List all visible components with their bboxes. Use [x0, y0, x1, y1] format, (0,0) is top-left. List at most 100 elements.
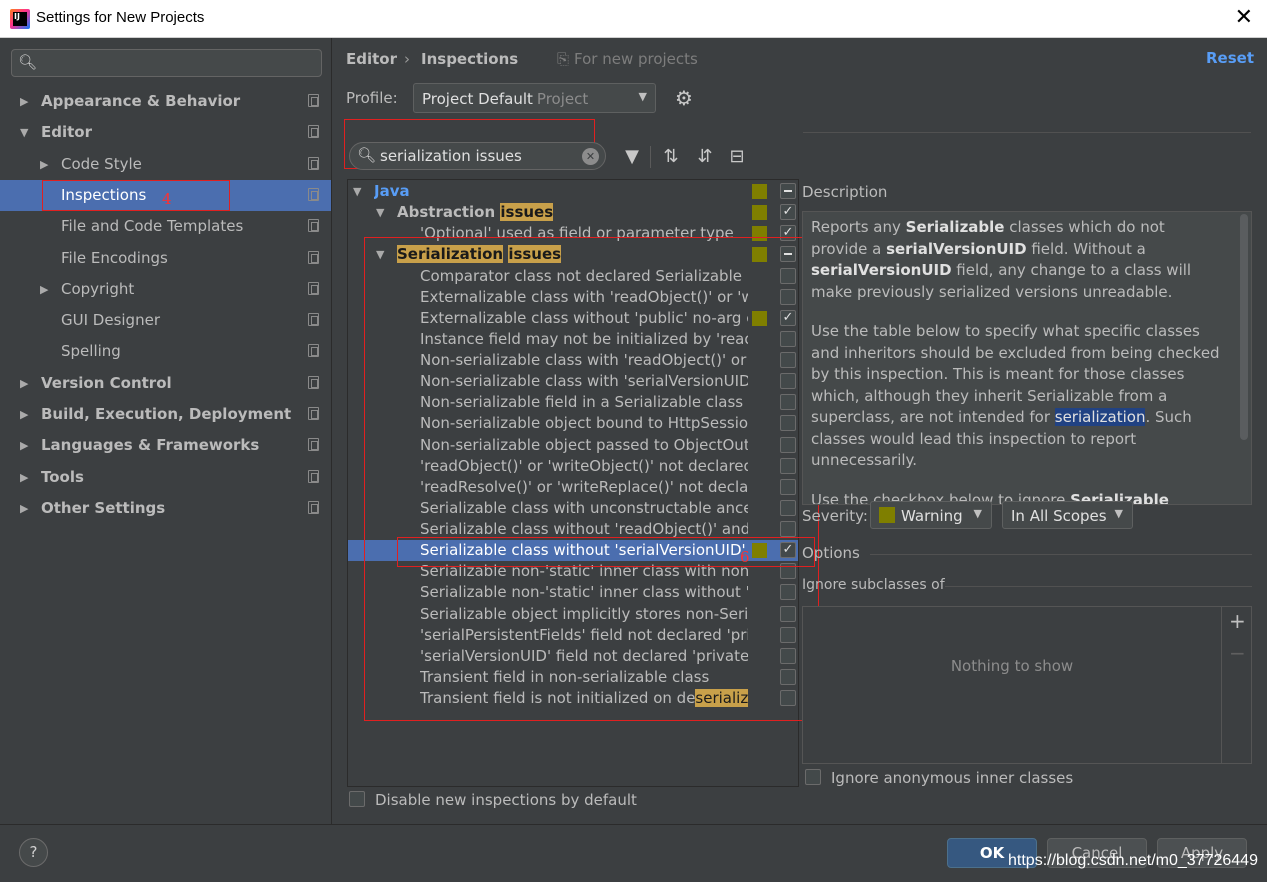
- scope-value: In All Scopes: [1011, 507, 1107, 525]
- help-button[interactable]: ?: [19, 838, 48, 867]
- enabled-checkbox[interactable]: [780, 183, 796, 199]
- clear-icon[interactable]: ✕: [582, 148, 599, 165]
- description-panel: Reports any Serializable classes which d…: [802, 211, 1252, 505]
- name-segment: issues: [500, 203, 554, 222]
- description-text: Serializable: [905, 218, 1005, 236]
- inspection-name: Abstraction issues: [397, 202, 748, 223]
- profile-dropdown[interactable]: Project Default Project ▼: [413, 83, 656, 113]
- scope-dropdown[interactable]: In All Scopes ▼: [1002, 501, 1133, 529]
- separator: [945, 586, 1252, 587]
- sidebar-item-spelling[interactable]: Spelling: [0, 336, 331, 367]
- separator: [870, 554, 1252, 555]
- main-panel: Editor › Inspections ⎘ For new projects …: [333, 38, 1267, 824]
- copy-settings-icon: [308, 219, 319, 233]
- reset-to-empty-icon[interactable]: ⊟: [726, 146, 748, 167]
- chevron-right-icon[interactable]: ▶: [20, 430, 28, 461]
- remove-icon: −: [1229, 641, 1246, 665]
- sidebar-item-tools[interactable]: ▶ Tools: [0, 462, 331, 493]
- severity-warning-icon: [752, 205, 767, 221]
- description-text: Reports any: [811, 218, 906, 236]
- severity-dropdown[interactable]: Warning ▼: [870, 501, 992, 529]
- sidebar-item-label: File and Code Templates: [61, 217, 244, 236]
- name-segment: Java: [374, 182, 410, 200]
- sidebar-item-editor[interactable]: ▼ Editor: [0, 117, 331, 148]
- chevron-down-icon: ▼: [973, 507, 982, 520]
- breadcrumb-inspections: Inspections: [421, 50, 519, 68]
- copy-settings-icon: [308, 250, 319, 264]
- options-label: Options: [802, 544, 860, 562]
- profile-sub: Project: [536, 90, 589, 108]
- project-scope-icon: ⎘: [557, 50, 570, 68]
- gear-icon[interactable]: ⚙: [675, 86, 693, 110]
- breadcrumb-editor[interactable]: Editor: [346, 50, 397, 68]
- chevron-right-icon[interactable]: ▶: [40, 274, 48, 305]
- copy-settings-icon: [308, 344, 319, 358]
- copy-settings-icon: [308, 407, 319, 420]
- sidebar-item-version-control[interactable]: ▶ Version Control: [0, 368, 331, 399]
- expand-all-icon[interactable]: ⇅: [660, 146, 682, 167]
- chevron-right-icon[interactable]: ▶: [20, 462, 28, 493]
- window-title: Settings for New Projects: [36, 9, 205, 26]
- sidebar-item-label: Copyright: [61, 279, 135, 298]
- list-toolbar: + −: [1221, 607, 1252, 763]
- severity-value: Warning: [901, 507, 963, 525]
- copy-settings-icon: [308, 156, 319, 170]
- ignore-subclasses-list: Nothing to show + −: [802, 606, 1252, 764]
- disable-new-inspections-checkbox[interactable]: [349, 791, 365, 807]
- tree-group[interactable]: ▼ Abstraction issues ✓: [348, 202, 798, 223]
- copy-settings-icon: [308, 94, 319, 107]
- enabled-checkbox[interactable]: ✓: [780, 204, 796, 221]
- copy-settings-icon: [308, 313, 319, 327]
- severity-color-swatch: [879, 507, 895, 523]
- chevron-down-icon[interactable]: ▼: [20, 117, 28, 148]
- settings-search-input[interactable]: 🔍︎: [11, 49, 322, 77]
- sidebar-item-languages-frameworks[interactable]: ▶ Languages & Frameworks: [0, 430, 331, 461]
- sidebar-item-appearance-behavior[interactable]: ▶ Appearance & Behavior: [0, 86, 331, 117]
- add-icon[interactable]: +: [1229, 609, 1246, 633]
- ignore-subclasses-label: Ignore subclasses of: [802, 577, 945, 593]
- sidebar-item-code-style[interactable]: ▶ Code Style: [0, 149, 331, 180]
- reset-link[interactable]: Reset: [1206, 49, 1254, 67]
- profile-label: Profile:: [346, 89, 398, 107]
- copy-settings-icon: [308, 125, 319, 139]
- filter-icon[interactable]: ▼: [621, 146, 643, 167]
- tree-group-java[interactable]: ▼ Java: [348, 181, 798, 202]
- chevron-right-icon[interactable]: ▶: [40, 149, 48, 180]
- search-icon: 🔍︎: [18, 53, 38, 71]
- collapse-all-icon[interactable]: ⇵: [694, 146, 716, 167]
- sidebar-item-file-encodings[interactable]: File Encodings: [0, 243, 331, 274]
- ignore-anonymous-label: Ignore anonymous inner classes: [831, 769, 1074, 787]
- sidebar-item-copyright[interactable]: ▶ Copyright: [0, 274, 331, 305]
- sidebar-item-build-execution-deployment[interactable]: ▶ Build, Execution, Deployment: [0, 399, 331, 430]
- sidebar-item-label: Code Style: [61, 154, 142, 173]
- profile-value: Project Default: [422, 90, 533, 108]
- copy-settings-icon: [308, 281, 319, 295]
- chevron-down-icon[interactable]: ▼: [376, 202, 384, 223]
- sidebar-item-file-and-code-templates[interactable]: File and Code Templates: [0, 211, 331, 242]
- copy-settings-icon: [308, 187, 319, 201]
- close-icon[interactable]: ✕: [1235, 5, 1253, 30]
- description-paragraph: Use the table below to specify what spec…: [811, 321, 1221, 472]
- sidebar-item-gui-designer[interactable]: GUI Designer: [0, 305, 331, 336]
- description-scrollbar[interactable]: [1240, 214, 1248, 440]
- copy-settings-icon: [308, 438, 319, 452]
- chevron-right-icon[interactable]: ▶: [20, 399, 28, 430]
- chevron-down-icon: ▼: [1114, 507, 1123, 520]
- ignore-anonymous-checkbox[interactable]: [805, 769, 821, 785]
- chevron-right-icon[interactable]: ▶: [20, 493, 28, 524]
- watermark-text: https://blog.csdn.net/m0_37726449: [1008, 852, 1258, 869]
- severity-label: Severity:: [802, 507, 868, 525]
- chevron-down-icon[interactable]: ▼: [353, 181, 361, 202]
- sidebar-item-label: Tools: [41, 467, 84, 486]
- inspection-filter-input[interactable]: 🔍︎ serialization issues ✕: [349, 142, 606, 170]
- annotation-box-4: [42, 180, 230, 211]
- severity-warning-icon: [752, 184, 767, 199]
- disable-new-inspections-label: Disable new inspections by default: [375, 791, 637, 809]
- chevron-right-icon[interactable]: ▶: [20, 86, 28, 117]
- chevron-right-icon[interactable]: ▶: [20, 368, 28, 399]
- sidebar-item-label: Appearance & Behavior: [41, 92, 241, 110]
- copy-settings-icon: [308, 469, 319, 483]
- sidebar-item-label: File Encodings: [61, 248, 168, 267]
- sidebar-item-other-settings[interactable]: ▶ Other Settings: [0, 493, 331, 524]
- settings-sidebar: 🔍︎ ▶ Appearance & Behavior ▼ Editor ▶ Code St…: [0, 38, 332, 824]
